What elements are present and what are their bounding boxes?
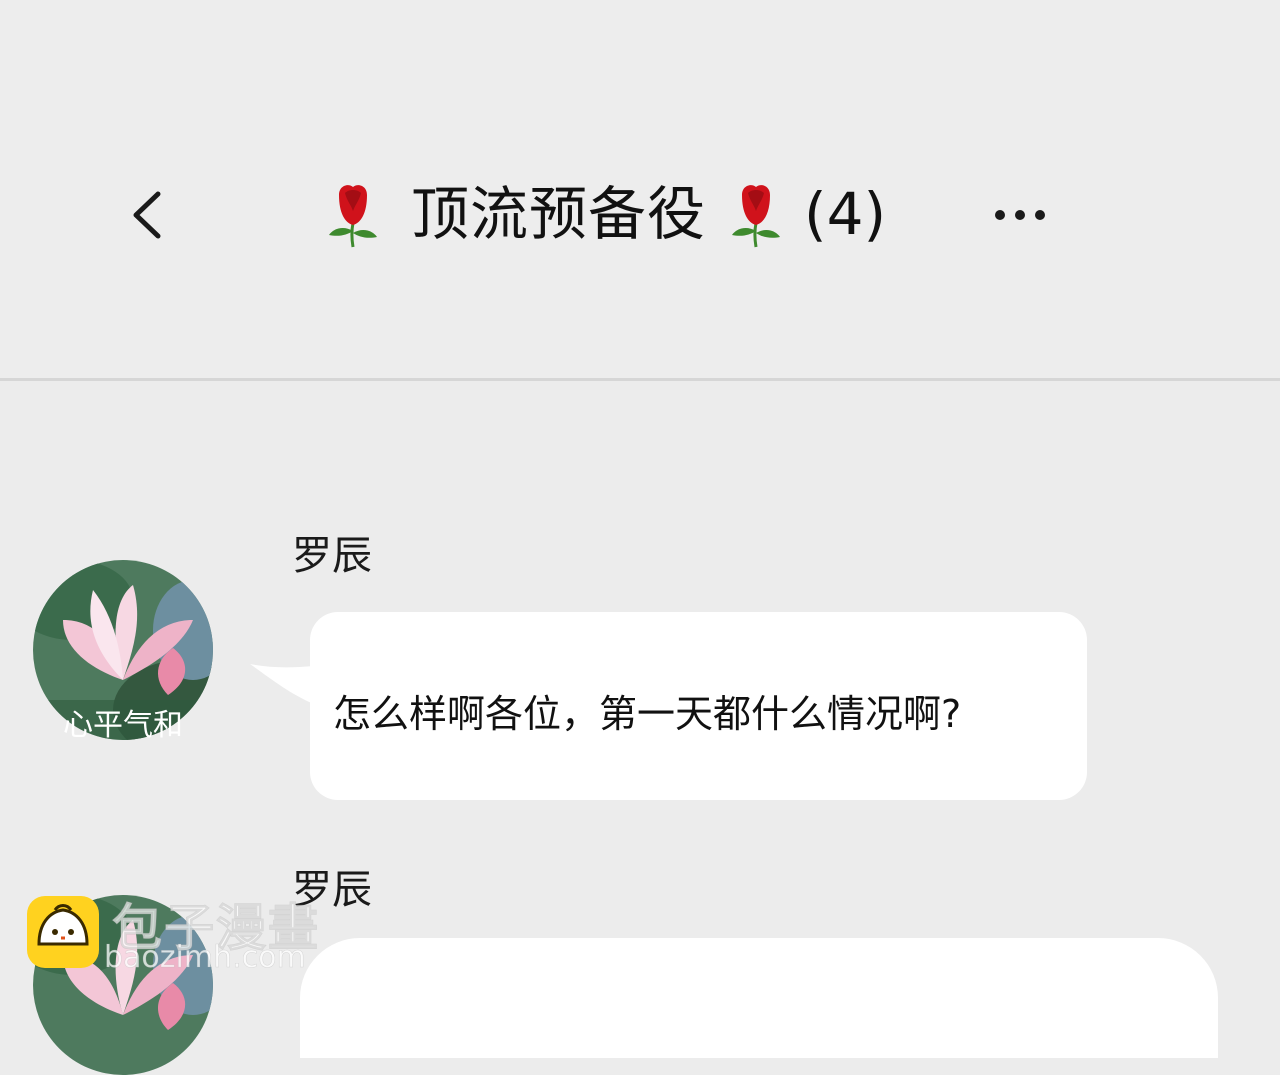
chevron-left-icon [133,191,161,239]
header-divider [0,378,1280,381]
message-bubble[interactable] [300,938,1218,1058]
watermark-url: baozimh.com [104,940,306,976]
chat-title: 顶流预备役 (4) [325,172,886,256]
sender-name: 罗辰 [292,533,372,579]
more-horizontal-icon [995,210,1045,220]
member-count: (4) [804,180,887,248]
group-name: 顶流预备役 [411,180,707,248]
watermark-logo-icon [27,896,99,968]
message-text: 怎么样啊各位，第一天都什么情况啊? [333,692,962,736]
rose-icon [325,179,381,249]
back-button[interactable] [120,180,180,250]
more-options-button[interactable] [980,190,1060,240]
avatar-caption: 心平气和 [63,708,183,743]
bubble-tail [250,664,314,704]
rose-icon [728,179,784,249]
